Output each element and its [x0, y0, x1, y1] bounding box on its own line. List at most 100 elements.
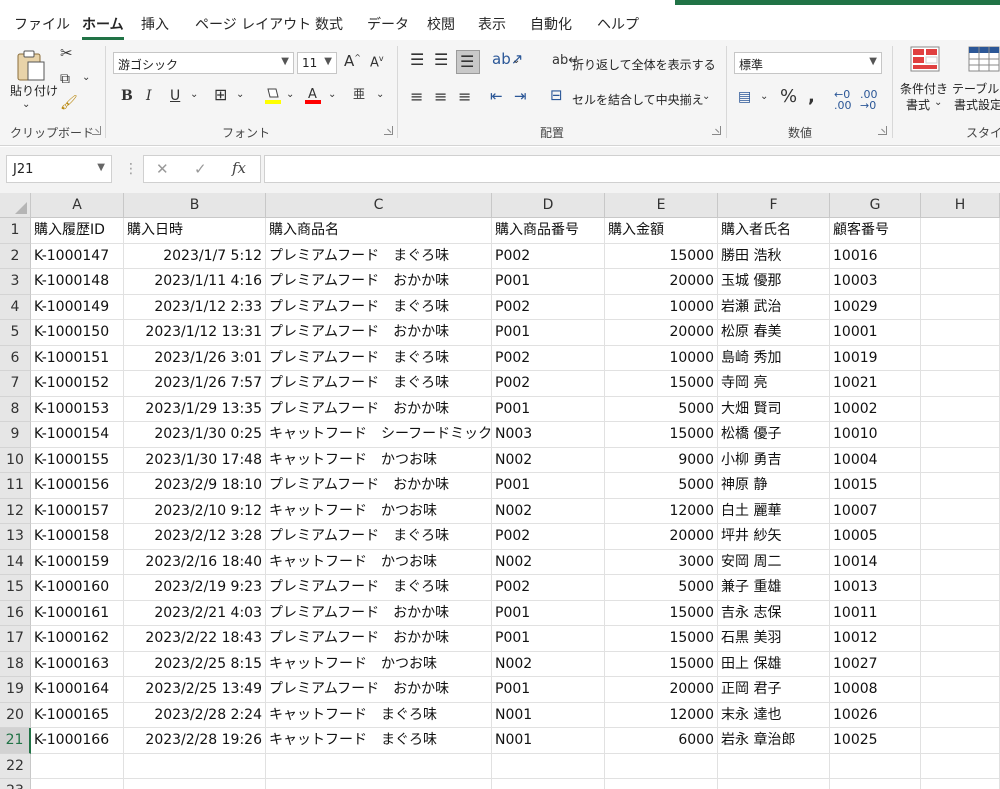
- cell-e16[interactable]: 15000: [605, 600, 718, 626]
- wrap-text-button[interactable]: 折り返して全体を表示する: [572, 56, 716, 73]
- cell-e12[interactable]: 12000: [605, 498, 718, 524]
- cell-e15[interactable]: 5000: [605, 575, 718, 601]
- header-cell[interactable]: 購入商品番号: [492, 218, 605, 244]
- increase-decimal-icon[interactable]: ←0.00: [834, 89, 852, 111]
- tab-page-layout[interactable]: ページ レイアウト: [195, 14, 311, 34]
- cell-a11[interactable]: K-1000156: [31, 473, 124, 499]
- cell-c3[interactable]: プレミアムフード おかか味: [266, 269, 492, 295]
- borders-icon[interactable]: ⊞: [214, 87, 227, 103]
- clipboard-launcher-icon[interactable]: [92, 126, 101, 135]
- cell-d6[interactable]: P002: [492, 345, 605, 371]
- cell-f12[interactable]: 白土 麗華: [718, 498, 830, 524]
- cell-b2[interactable]: 2023/1/7 5:12: [124, 243, 266, 269]
- cell-e9[interactable]: 15000: [605, 422, 718, 448]
- cell-b6[interactable]: 2023/1/26 3:01: [124, 345, 266, 371]
- cell-e20[interactable]: 12000: [605, 702, 718, 728]
- cell-e10[interactable]: 9000: [605, 447, 718, 473]
- cell-d3[interactable]: P001: [492, 269, 605, 295]
- insert-function-icon[interactable]: fx: [232, 159, 246, 177]
- empty-cell[interactable]: [921, 396, 1000, 422]
- empty-cell[interactable]: [921, 651, 1000, 677]
- cell-d10[interactable]: N002: [492, 447, 605, 473]
- empty-cell[interactable]: [921, 447, 1000, 473]
- cell-a21[interactable]: K-1000166: [31, 728, 124, 754]
- cell-g8[interactable]: 10002: [830, 396, 921, 422]
- cell-d5[interactable]: P001: [492, 320, 605, 346]
- number-launcher-icon[interactable]: [878, 126, 887, 135]
- format-as-table-icon[interactable]: [968, 46, 1000, 72]
- cell-c15[interactable]: プレミアムフード まぐろ味: [266, 575, 492, 601]
- cell-b15[interactable]: 2023/2/19 9:23: [124, 575, 266, 601]
- cell-e19[interactable]: 20000: [605, 677, 718, 703]
- cell-e21[interactable]: 6000: [605, 728, 718, 754]
- cell-c2[interactable]: プレミアムフード まぐろ味: [266, 243, 492, 269]
- chevron-down-icon[interactable]: ⌄: [286, 90, 294, 100]
- empty-cell[interactable]: [921, 218, 1000, 244]
- alignment-launcher-icon[interactable]: [712, 126, 721, 135]
- column-header-g[interactable]: G: [830, 193, 921, 218]
- cell-c14[interactable]: キャットフード かつお味: [266, 549, 492, 575]
- cell-a4[interactable]: K-1000149: [31, 294, 124, 320]
- align-center-icon[interactable]: ≡: [434, 89, 447, 105]
- cell-c4[interactable]: プレミアムフード まぐろ味: [266, 294, 492, 320]
- cell-c10[interactable]: キャットフード かつお味: [266, 447, 492, 473]
- column-header-a[interactable]: A: [31, 193, 124, 218]
- header-cell[interactable]: 購入者氏名: [718, 218, 830, 244]
- enter-icon[interactable]: ✓: [194, 160, 207, 178]
- cell-g20[interactable]: 10026: [830, 702, 921, 728]
- cell-d21[interactable]: N001: [492, 728, 605, 754]
- cell-a13[interactable]: K-1000158: [31, 524, 124, 550]
- font-launcher-icon[interactable]: [384, 126, 393, 135]
- row-header-23[interactable]: 23: [0, 779, 31, 789]
- tab-help[interactable]: ヘルプ: [597, 14, 639, 34]
- cell-g18[interactable]: 10027: [830, 651, 921, 677]
- tab-insert[interactable]: 挿入: [141, 14, 169, 34]
- cell-e14[interactable]: 3000: [605, 549, 718, 575]
- empty-cell[interactable]: [921, 498, 1000, 524]
- empty-cell[interactable]: [921, 728, 1000, 754]
- cell-f17[interactable]: 石黒 美羽: [718, 626, 830, 652]
- cell-g2[interactable]: 10016: [830, 243, 921, 269]
- row-header-18[interactable]: 18: [0, 651, 31, 677]
- cell-a17[interactable]: K-1000162: [31, 626, 124, 652]
- cell-d11[interactable]: P001: [492, 473, 605, 499]
- row-header-14[interactable]: 14: [0, 549, 31, 575]
- empty-cell[interactable]: [266, 753, 492, 779]
- format-as-table-label-2[interactable]: 書式設定: [954, 96, 1000, 113]
- empty-cell[interactable]: [492, 779, 605, 789]
- cell-g5[interactable]: 10001: [830, 320, 921, 346]
- cell-g19[interactable]: 10008: [830, 677, 921, 703]
- cell-f6[interactable]: 島崎 秀加: [718, 345, 830, 371]
- resize-handle-icon[interactable]: ⋮: [124, 161, 138, 177]
- cell-f9[interactable]: 松橋 優子: [718, 422, 830, 448]
- empty-cell[interactable]: [830, 779, 921, 789]
- cell-c19[interactable]: プレミアムフード おかか味: [266, 677, 492, 703]
- cell-g21[interactable]: 10025: [830, 728, 921, 754]
- cell-f11[interactable]: 神原 静: [718, 473, 830, 499]
- cell-d9[interactable]: N003: [492, 422, 605, 448]
- cell-c5[interactable]: プレミアムフード おかか味: [266, 320, 492, 346]
- paste-button[interactable]: [14, 48, 48, 82]
- align-bottom-icon[interactable]: ☰: [456, 50, 480, 74]
- decrease-decimal-icon[interactable]: .00 →0: [860, 89, 878, 111]
- copy-dropdown-icon[interactable]: ⌄: [82, 73, 90, 83]
- cell-a15[interactable]: K-1000160: [31, 575, 124, 601]
- cell-b16[interactable]: 2023/2/21 4:03: [124, 600, 266, 626]
- column-header-d[interactable]: D: [492, 193, 605, 218]
- cell-d20[interactable]: N001: [492, 702, 605, 728]
- cell-e7[interactable]: 15000: [605, 371, 718, 397]
- tab-formulas[interactable]: 数式: [315, 14, 343, 34]
- underline-button[interactable]: U: [170, 89, 180, 103]
- header-cell[interactable]: 購入商品名: [266, 218, 492, 244]
- empty-cell[interactable]: [266, 779, 492, 789]
- align-top-icon[interactable]: ☰: [410, 52, 424, 68]
- cell-f18[interactable]: 田上 保雄: [718, 651, 830, 677]
- font-size-select[interactable]: 11 ▼: [297, 52, 337, 74]
- cell-b8[interactable]: 2023/1/29 13:35: [124, 396, 266, 422]
- cell-b21[interactable]: 2023/2/28 19:26: [124, 728, 266, 754]
- select-all-button[interactable]: [0, 193, 31, 218]
- format-as-table-label[interactable]: テーブルと: [952, 80, 1000, 97]
- empty-cell[interactable]: [921, 524, 1000, 550]
- cell-c6[interactable]: プレミアムフード まぐろ味: [266, 345, 492, 371]
- cell-b18[interactable]: 2023/2/25 8:15: [124, 651, 266, 677]
